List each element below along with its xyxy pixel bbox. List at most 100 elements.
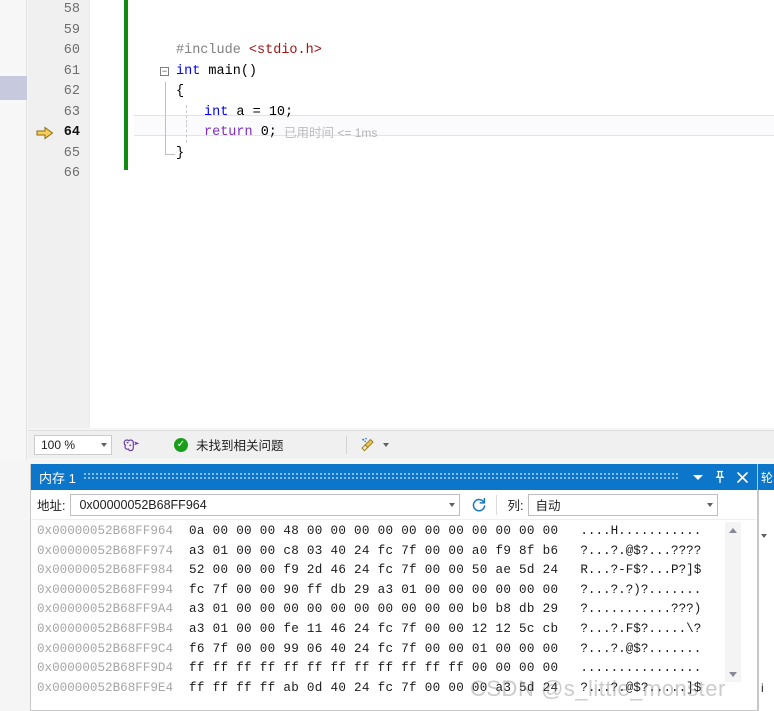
columns-label: 列: bbox=[507, 499, 524, 513]
memory-ascii: ?...?.@$?...???? bbox=[580, 543, 702, 558]
fold-guide-line bbox=[165, 102, 166, 123]
chevron-down-icon[interactable] bbox=[761, 534, 767, 538]
fold-guide-elbow bbox=[165, 153, 175, 155]
chevron-down-icon[interactable] bbox=[707, 502, 714, 507]
memory-hex-bytes: ff ff ff ff ab 0d 40 24 fc 7f 00 00 00 a… bbox=[189, 680, 559, 695]
code-line[interactable]: 62 { bbox=[28, 82, 774, 103]
memory-hex-bytes: a3 01 00 00 fe 11 46 24 fc 7f 00 00 12 1… bbox=[189, 621, 559, 636]
right-panel-text: i bbox=[761, 681, 764, 695]
title-drag-grip[interactable] bbox=[83, 464, 679, 490]
refresh-button[interactable] bbox=[470, 496, 488, 514]
memory-address: 0x00000052B68FF9D4 bbox=[37, 661, 174, 676]
memory-ascii: ?...?.@$?.....]$ bbox=[580, 680, 702, 695]
code-line-current[interactable]: 64 return 0; 已用时间 <= 1ms bbox=[28, 123, 774, 144]
memory-row[interactable]: 0x00000052B68FF9E4 ff ff ff ff ab 0d 40 … bbox=[37, 679, 757, 699]
editor-status-bar: 100 % ✓ 未找到相关问题 bbox=[28, 430, 774, 458]
memory-address: 0x00000052B68FF9E4 bbox=[37, 680, 174, 695]
type-keyword: int bbox=[204, 104, 229, 120]
declaration-text: a = 10; bbox=[228, 104, 294, 120]
memory-hex-bytes: fc 7f 00 00 90 ff db 29 a3 01 00 00 00 0… bbox=[189, 582, 559, 597]
line-number: 63 bbox=[63, 104, 80, 120]
line-number: 64 bbox=[63, 125, 80, 140]
return-value: 0; bbox=[252, 125, 277, 140]
collapse-region-icon[interactable]: − bbox=[160, 66, 169, 76]
right-panel-title[interactable]: 轮 bbox=[758, 464, 774, 490]
line-number: 61 bbox=[63, 63, 80, 79]
memory-row[interactable]: 0x00000052B68FF9A4 a3 01 00 00 00 00 00 … bbox=[37, 600, 757, 620]
right-docked-panel[interactable]: 轮 i bbox=[758, 464, 774, 711]
memory-hex-bytes: 52 00 00 00 f9 2d 46 24 fc 7f 00 00 50 a… bbox=[189, 563, 559, 578]
address-input[interactable] bbox=[77, 496, 438, 513]
memory-row[interactable]: 0x00000052B68FF984 52 00 00 00 f9 2d 46 … bbox=[37, 561, 757, 581]
code-text: return 0; bbox=[204, 123, 277, 144]
memory-hex-bytes: a3 01 00 00 c8 03 40 24 fc 7f 00 00 a0 f… bbox=[189, 543, 559, 558]
right-panel-body[interactable]: i bbox=[758, 490, 774, 711]
memory-address: 0x00000052B68FF994 bbox=[37, 582, 174, 597]
memory-vertical-scrollbar[interactable] bbox=[725, 522, 741, 682]
pin-button[interactable] bbox=[709, 466, 731, 488]
zoom-level-value: 100 % bbox=[41, 437, 76, 452]
zoom-level-combobox[interactable]: 100 % bbox=[34, 434, 112, 455]
memory-ascii: ?...?.F$?.....\? bbox=[580, 621, 702, 636]
code-cleanup-broom-icon[interactable] bbox=[359, 436, 377, 454]
columns-combobox[interactable]: 自动 bbox=[528, 493, 719, 516]
return-keyword: return bbox=[204, 125, 253, 140]
scroll-up-button[interactable] bbox=[725, 522, 741, 538]
address-combobox[interactable] bbox=[70, 493, 461, 516]
fold-guide-line bbox=[165, 143, 166, 154]
code-line[interactable]: 61 − int main() bbox=[28, 62, 774, 83]
code-line[interactable]: 60 #include <stdio.h> bbox=[28, 41, 774, 62]
type-keyword: int bbox=[176, 63, 201, 79]
intellisense-head-icon[interactable] bbox=[122, 436, 140, 454]
elapsed-time-value: <= 1ms bbox=[337, 126, 378, 140]
fold-guide-line bbox=[165, 123, 166, 144]
code-text: #include <stdio.h> bbox=[176, 41, 322, 62]
line-number: 58 bbox=[63, 2, 80, 17]
memory-row[interactable]: 0x00000052B68FF964 0a 00 00 00 48 00 00 … bbox=[37, 522, 757, 542]
toolbar-separator bbox=[496, 494, 498, 515]
memory-ascii: ................ bbox=[580, 661, 702, 676]
memory-hex-bytes: ff ff ff ff ff ff ff ff ff ff ff ff 00 0… bbox=[189, 661, 559, 676]
code-line[interactable]: 65 } bbox=[28, 143, 774, 165]
memory-dump-area[interactable]: 0x00000052B68FF964 0a 00 00 00 48 00 00 … bbox=[31, 520, 757, 710]
elapsed-time-adornment: 已用时间 <= 1ms bbox=[284, 123, 377, 144]
close-brace: } bbox=[176, 145, 185, 161]
code-line[interactable]: 63 int a = 10; bbox=[28, 102, 774, 123]
problem-status-text: 未找到相关问题 bbox=[196, 439, 284, 453]
memory-hex-bytes: 0a 00 00 00 48 00 00 00 00 00 00 00 00 0… bbox=[189, 524, 559, 538]
code-editor[interactable]: 58 59 60 #include <stdio.h> 61 − int mai… bbox=[28, 0, 774, 428]
memory-address: 0x00000052B68FF974 bbox=[37, 543, 174, 558]
memory-row[interactable]: 0x00000052B68FF9B4 a3 01 00 00 fe 11 46 … bbox=[37, 620, 757, 640]
fold-guide-line bbox=[165, 82, 166, 103]
code-lines: 58 59 60 #include <stdio.h> 61 − int mai… bbox=[28, 0, 774, 185]
code-line[interactable]: 59 bbox=[28, 21, 774, 42]
line-number: 66 bbox=[63, 166, 80, 181]
scroll-up-arrow-icon bbox=[729, 527, 737, 533]
chevron-down-icon[interactable] bbox=[449, 502, 456, 507]
line-number: 62 bbox=[63, 84, 80, 99]
include-header: <stdio.h> bbox=[248, 43, 322, 58]
memory-row[interactable]: 0x00000052B68FF9D4 ff ff ff ff ff ff ff … bbox=[37, 659, 757, 679]
memory-ascii: ?...?.@$?....... bbox=[580, 641, 702, 656]
problem-status[interactable]: ✓ 未找到相关问题 bbox=[174, 435, 284, 454]
code-text: int main() bbox=[176, 62, 257, 83]
close-button[interactable] bbox=[731, 466, 753, 488]
memory-address: 0x00000052B68FF984 bbox=[37, 563, 174, 578]
indent-guide bbox=[186, 124, 187, 143]
chevron-down-icon[interactable] bbox=[101, 442, 107, 447]
memory-hex-bytes: a3 01 00 00 00 00 00 00 00 00 00 00 b0 b… bbox=[189, 602, 559, 617]
memory-address: 0x00000052B68FF9B4 bbox=[37, 621, 174, 636]
window-menu-dropdown-button[interactable] bbox=[687, 466, 709, 488]
code-text: } bbox=[176, 144, 184, 165]
chevron-down-icon bbox=[693, 474, 703, 480]
code-line[interactable]: 66 bbox=[28, 164, 774, 185]
scroll-down-button[interactable] bbox=[725, 666, 741, 682]
memory-row[interactable]: 0x00000052B68FF994 fc 7f 00 00 90 ff db … bbox=[37, 581, 757, 601]
memory-row[interactable]: 0x00000052B68FF9C4 f6 7f 00 00 99 06 40 … bbox=[37, 640, 757, 660]
chevron-down-icon[interactable] bbox=[382, 442, 389, 447]
memory-window-title-bar[interactable]: 内存 1 bbox=[31, 464, 757, 490]
memory-row[interactable]: 0x00000052B68FF974 a3 01 00 00 c8 03 40 … bbox=[37, 542, 757, 562]
code-line[interactable]: 58 bbox=[28, 0, 774, 21]
status-separator bbox=[345, 435, 347, 454]
function-name: main() bbox=[208, 63, 258, 79]
